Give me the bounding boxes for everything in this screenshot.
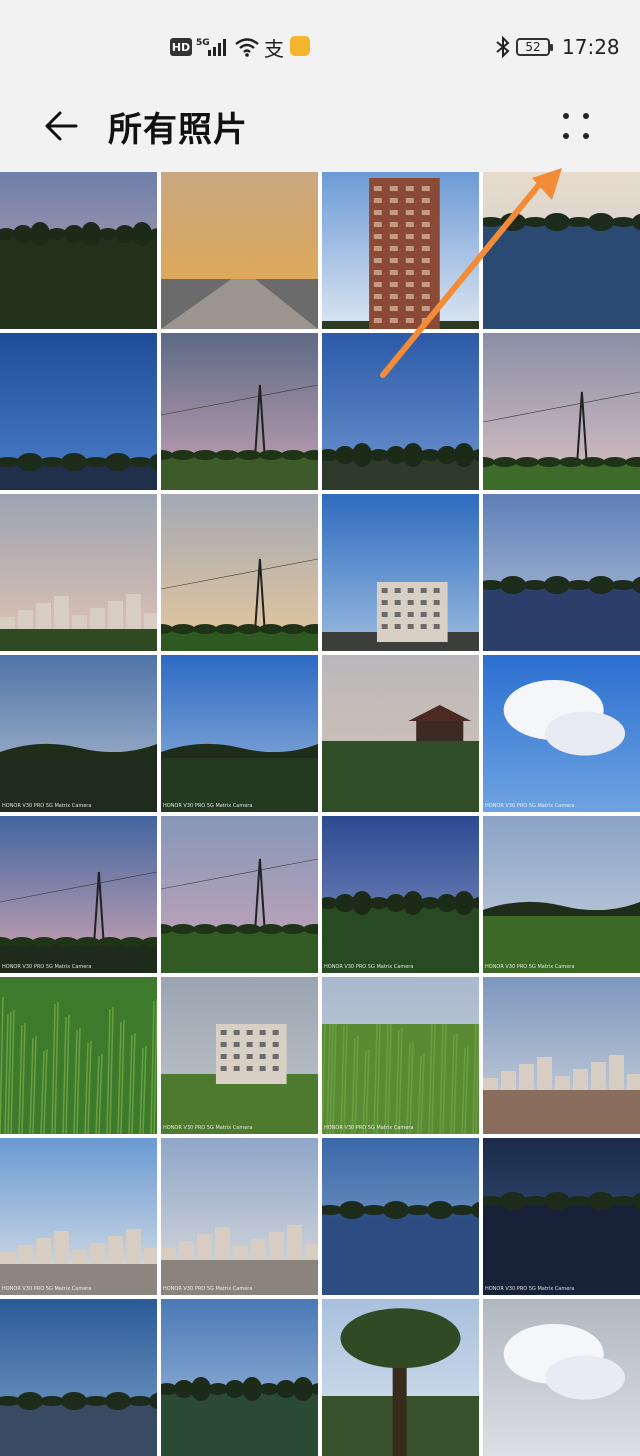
photo-thumbnail[interactable] (161, 333, 318, 490)
bluetooth-icon (494, 34, 512, 60)
camera-watermark: HONOR V30 PRO 5G Matrix Camera (485, 964, 575, 970)
photo-image (161, 333, 318, 490)
photo-thumbnail[interactable] (322, 1138, 479, 1295)
photo-image (322, 977, 479, 1134)
app-header: 所有照片 (0, 90, 640, 172)
photo-thumbnail[interactable] (161, 172, 318, 329)
photo-image (0, 977, 157, 1134)
back-arrow-icon[interactable] (40, 104, 84, 148)
signal-5g-icon: 5G (196, 34, 232, 60)
photo-thumbnail[interactable] (322, 172, 479, 329)
photo-thumbnail[interactable] (483, 494, 640, 651)
photo-thumbnail[interactable] (0, 977, 157, 1134)
photo-thumbnail[interactable] (0, 172, 157, 329)
svg-text:5G: 5G (196, 38, 210, 48)
photo-image (322, 655, 479, 812)
photo-thumbnail[interactable] (483, 1299, 640, 1456)
photo-image (161, 494, 318, 651)
photo-image (161, 172, 318, 329)
photo-image (322, 172, 479, 329)
photo-thumbnail[interactable]: HONOR V30 PRO 5G Matrix Camera (0, 655, 157, 812)
wifi-icon (234, 34, 262, 60)
photo-thumbnail[interactable]: HONOR V30 PRO 5G Matrix Camera (161, 655, 318, 812)
photo-thumbnail[interactable] (0, 333, 157, 490)
photo-image (161, 1138, 318, 1295)
page-title: 所有照片 (108, 110, 248, 150)
photo-image (322, 1138, 479, 1295)
photo-image (322, 494, 479, 651)
photo-image (483, 172, 640, 329)
photo-thumbnail[interactable] (161, 1299, 318, 1456)
hd-icon: HD (170, 38, 192, 56)
photo-thumbnail[interactable] (0, 1299, 157, 1456)
photo-thumbnail[interactable] (322, 1299, 479, 1456)
photo-thumbnail[interactable]: HONOR V30 PRO 5G Matrix Camera (161, 977, 318, 1134)
photo-image (161, 977, 318, 1134)
camera-watermark: HONOR V30 PRO 5G Matrix Camera (485, 803, 575, 809)
photo-image (322, 816, 479, 973)
alipay-icon: 支 (264, 36, 284, 61)
photo-image (161, 816, 318, 973)
photo-image (322, 333, 479, 490)
clock: 17:28 (562, 35, 620, 59)
photo-thumbnail[interactable]: HONOR V30 PRO 5G Matrix Camera (0, 816, 157, 973)
photo-image (0, 1299, 157, 1456)
photo-thumbnail[interactable] (483, 172, 640, 329)
photo-image (161, 1299, 318, 1456)
photo-thumbnail[interactable] (322, 333, 479, 490)
photo-image (483, 333, 640, 490)
camera-watermark: HONOR V30 PRO 5G Matrix Camera (2, 803, 92, 809)
photo-image (161, 655, 318, 812)
camera-watermark: HONOR V30 PRO 5G Matrix Camera (2, 1286, 92, 1292)
app-notification-icon (290, 36, 310, 56)
camera-watermark: HONOR V30 PRO 5G Matrix Camera (163, 1125, 253, 1131)
photo-image (0, 1138, 157, 1295)
camera-watermark: HONOR V30 PRO 5G Matrix Camera (324, 1125, 414, 1131)
photo-thumbnail[interactable]: HONOR V30 PRO 5G Matrix Camera (483, 816, 640, 973)
battery-icon: 52 (516, 38, 553, 56)
camera-watermark: HONOR V30 PRO 5G Matrix Camera (163, 1286, 253, 1292)
photo-thumbnail[interactable]: HONOR V30 PRO 5G Matrix Camera (322, 816, 479, 973)
photo-image (483, 816, 640, 973)
photo-thumbnail[interactable] (483, 977, 640, 1134)
photo-image (0, 494, 157, 651)
photo-thumbnail[interactable]: HONOR V30 PRO 5G Matrix Camera (161, 1138, 318, 1295)
photo-thumbnail[interactable]: HONOR V30 PRO 5G Matrix Camera (0, 1138, 157, 1295)
photo-image (0, 816, 157, 973)
photo-image (483, 494, 640, 651)
photo-thumbnail[interactable] (161, 816, 318, 973)
photo-thumbnail[interactable] (322, 494, 479, 651)
photo-image (0, 172, 157, 329)
photo-image (0, 333, 157, 490)
photo-image (483, 977, 640, 1134)
photo-thumbnail[interactable] (322, 655, 479, 812)
photo-image (483, 655, 640, 812)
photo-thumbnail[interactable]: HONOR V30 PRO 5G Matrix Camera (322, 977, 479, 1134)
status-bar: HD 5G 支 52 17:28 (0, 0, 640, 90)
photo-image (483, 1138, 640, 1295)
camera-watermark: HONOR V30 PRO 5G Matrix Camera (2, 964, 92, 970)
camera-watermark: HONOR V30 PRO 5G Matrix Camera (324, 964, 414, 970)
photo-thumbnail[interactable] (483, 333, 640, 490)
photo-image (322, 1299, 479, 1456)
photo-thumbnail[interactable] (161, 494, 318, 651)
photo-thumbnail[interactable] (0, 494, 157, 651)
photo-image (0, 655, 157, 812)
camera-watermark: HONOR V30 PRO 5G Matrix Camera (485, 1286, 575, 1292)
photo-thumbnail[interactable]: HONOR V30 PRO 5G Matrix Camera (483, 655, 640, 812)
photo-image (483, 1299, 640, 1456)
more-dots-icon[interactable] (556, 104, 596, 148)
photo-thumbnail[interactable]: HONOR V30 PRO 5G Matrix Camera (483, 1138, 640, 1295)
camera-watermark: HONOR V30 PRO 5G Matrix Camera (163, 803, 253, 809)
photo-grid: HONOR V30 PRO 5G Matrix Camera HONOR V30 … (0, 172, 640, 1456)
